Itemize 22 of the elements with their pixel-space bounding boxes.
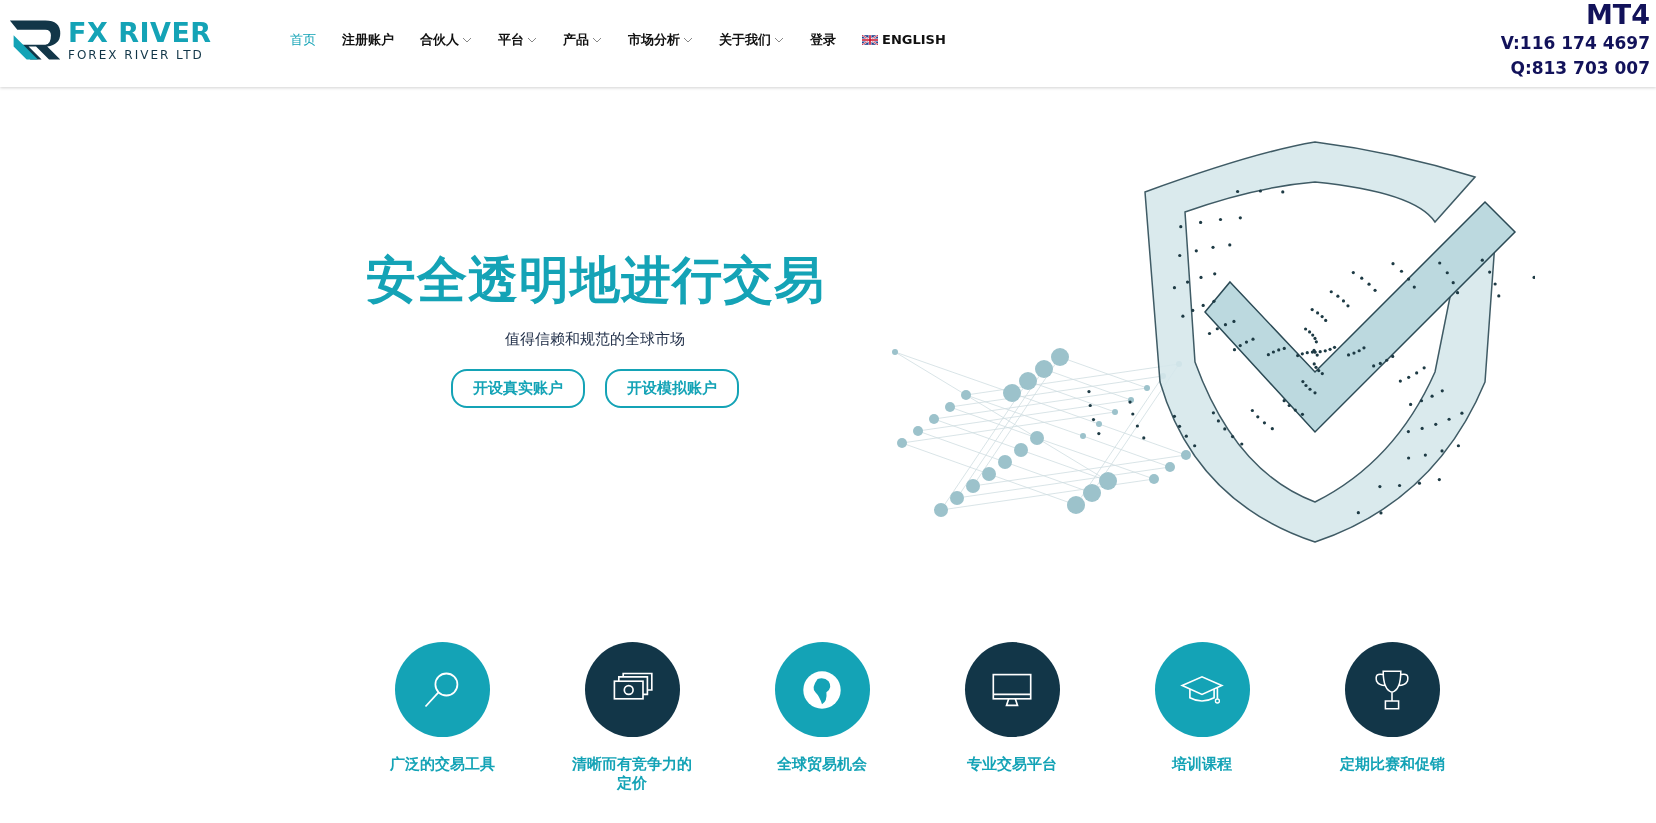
feature-label: 培训课程	[1170, 755, 1233, 774]
logo-tagline: FOREX RIVER LTD	[68, 47, 205, 62]
nav-link[interactable]: 注册账户	[342, 30, 394, 49]
contact-number: Q:813 703 007	[1510, 56, 1650, 80]
nav-link[interactable]: 登录	[810, 30, 836, 49]
logo-name: FX RIVER	[68, 17, 212, 48]
nav-link[interactable]: 合伙人	[420, 30, 472, 49]
contact-number: V:116 174 4697	[1500, 31, 1650, 55]
nav-link[interactable]: 产品	[563, 30, 602, 49]
language-link[interactable]: ENGLISH	[882, 32, 946, 47]
feature-label: 清晰而有竞争力的定价	[571, 755, 693, 793]
feature-label: 定期比赛和促销	[1338, 755, 1446, 774]
feature-label: 专业交易平台	[966, 755, 1058, 774]
uk-flag-icon	[862, 34, 878, 45]
nav-link[interactable]: 市场分析	[628, 30, 693, 49]
nav-link[interactable]: 平台	[498, 30, 537, 49]
hero-subtitle: 值得信赖和规范的全球市场	[505, 330, 685, 349]
platform-label: MT4	[1585, 0, 1650, 31]
feature-label: 全球贸易机会	[776, 755, 868, 774]
hero-title: 安全透明地进行交易	[365, 250, 825, 311]
nav-link[interactable]: 关于我们	[719, 30, 784, 49]
feature-label: 广泛的交易工具	[388, 755, 496, 774]
